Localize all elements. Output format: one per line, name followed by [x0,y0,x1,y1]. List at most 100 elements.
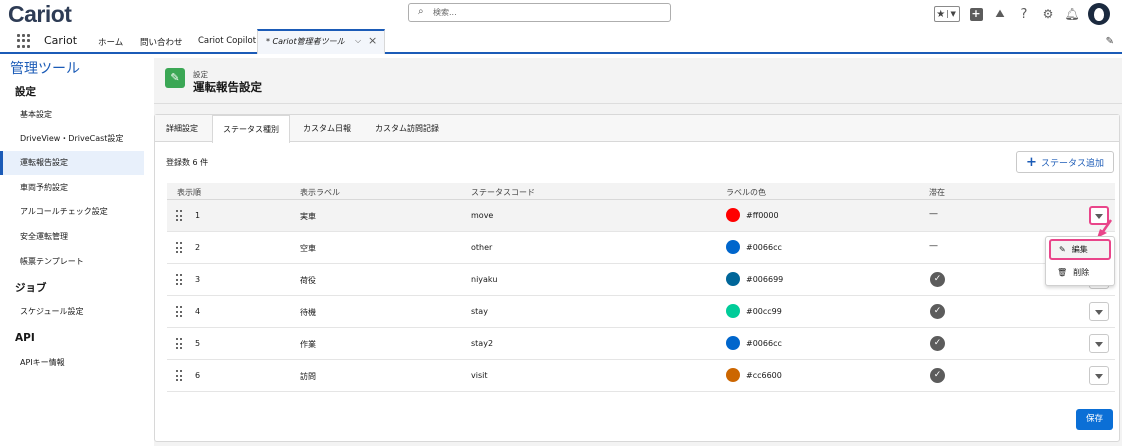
chevron-down-icon[interactable]: ⌵ [355,36,361,46]
star-icon: ★ [936,8,946,20]
menu-item-edit[interactable]: ✎ 編集 [1049,239,1111,260]
cell-status-code: stay [471,307,488,316]
color-swatch [726,208,740,222]
sidebar-item-alcohol-check[interactable]: アルコールチェック設定 [0,200,144,224]
bell-icon[interactable]: 🔔︎ [1064,6,1080,22]
add-status-button[interactable]: + ステータス追加 [1016,151,1114,173]
app-launcher-icon[interactable] [17,34,31,48]
sidebar-item-api-keys[interactable]: APIキー情報 [0,351,144,375]
tab-custom-visit-record[interactable]: カスタム訪問記録 [375,123,439,134]
sidebar-item-driving-report[interactable]: 運転報告設定 [0,151,144,175]
chevron-down-icon: ▼ [946,10,960,18]
header-actions: ★ ▼ + ⛰ ? ⚙ 🔔︎ [934,2,1110,26]
tab-status-types[interactable]: ステータス種別 [212,115,290,143]
cell-label: 荷役 [300,276,316,285]
table-row: 3 荷役 niyaku #006699 ✓ [167,264,1115,296]
cell-status-code: stay2 [471,339,494,348]
navigation-bar: Cariot ホーム 問い合わせ Cariot Copilot * Cariot… [0,29,1122,54]
color-swatch [726,368,740,382]
app-logo[interactable]: Cariot [8,1,72,28]
sidebar-item-driveview[interactable]: DriveView・DriveCast設定 [0,127,144,151]
row-menu-button[interactable] [1089,302,1109,321]
sidebar-item-basic-settings[interactable]: 基本設定 [0,103,144,127]
cell-label: 待機 [300,308,316,317]
page-title: 運転報告設定 [193,80,262,94]
menu-item-delete-label: 削除 [1073,268,1090,277]
nav-item-home[interactable]: ホーム [98,36,123,48]
sidebar-title: 管理ツール [10,61,80,77]
sidebar-heading-api: API [15,332,35,344]
drag-handle-icon[interactable] [176,370,182,382]
sidebar-item-safe-driving[interactable]: 安全運転管理 [0,225,144,249]
drag-handle-icon[interactable] [176,274,182,286]
gear-icon[interactable]: ⚙ [1040,6,1056,22]
main-content: ✎ 設定 運転報告設定 詳細設定 ステータス種別 カスタム日報 カスタム訪問記録… [154,58,1122,446]
color-swatch [726,272,740,286]
save-button[interactable]: 保存 [1076,409,1113,430]
search-icon: ⌕ [418,6,424,17]
pencil-icon: ✎ [1059,245,1066,254]
trailhead-icon[interactable]: ⛰ [992,6,1008,22]
close-icon[interactable]: × [368,34,377,47]
cell-label: 空車 [300,244,316,253]
settings-tabs: 詳細設定 ステータス種別 カスタム日報 カスタム訪問記録 [155,115,1119,143]
tab-admin-tool-label: * Cariot管理者ツール [266,37,345,46]
edit-nav-icon[interactable]: ✎ [1106,36,1114,47]
add-status-label: ステータス追加 [1040,158,1104,169]
search-placeholder: 検索... [433,8,457,17]
cell-stay: — [929,241,938,251]
cell-order: 5 [195,339,201,348]
row-menu-button[interactable] [1089,366,1109,385]
help-icon[interactable]: ? [1016,6,1032,22]
column-status-code: ステータスコード [471,188,535,197]
menu-item-delete[interactable]: 🗑︎ 削除 [1049,262,1111,283]
status-table: 表示順 表示ラベル ステータスコード ラベルの色 滞在 1 実車 move #ff00… [167,183,1115,392]
cell-color-code: #00cc99 [746,307,782,316]
favorites-button[interactable]: ★ ▼ [934,6,960,22]
user-avatar[interactable] [1088,3,1110,25]
check-circle-icon: ✓ [930,336,945,351]
sidebar-heading-jobs: ジョブ [15,282,47,294]
admin-sidebar: 管理ツール 設定 基本設定 DriveView・DriveCast設定 運転報告… [0,56,144,446]
cell-order: 1 [195,211,201,220]
tab-custom-daily-report[interactable]: カスタム日報 [303,123,351,134]
tab-details[interactable]: 詳細設定 [166,123,198,134]
cell-color-code: #cc6600 [746,371,782,380]
cell-label: 作業 [300,340,316,349]
menu-item-edit-label: 編集 [1071,245,1088,254]
report-settings-icon: ✎ [165,68,185,88]
drag-handle-icon[interactable] [176,242,182,254]
table-row: 2 空車 other #0066cc — [167,232,1115,264]
color-swatch [726,336,740,350]
cell-label: 訪問 [300,372,316,381]
trash-icon: 🗑︎ [1057,268,1068,277]
tab-admin-tool[interactable]: * Cariot管理者ツール ⌵ × [257,29,385,54]
sidebar-heading-settings: 設定 [15,86,36,98]
cell-label: 実車 [300,212,316,221]
drag-handle-icon[interactable] [176,338,182,350]
nav-item-copilot[interactable]: Cariot Copilot [198,36,256,46]
nav-item-inquiries[interactable]: 問い合わせ [140,36,183,48]
column-label: 表示ラベル [300,188,340,197]
cell-color-code: #ff0000 [746,211,779,220]
table-row: 6 訪問 visit #cc6600 ✓ [167,360,1115,392]
cell-status-code: move [471,211,494,220]
global-search[interactable]: ⌕ 検索... [408,3,671,22]
drag-handle-icon[interactable] [176,210,182,222]
check-circle-icon: ✓ [930,304,945,319]
check-circle-icon: ✓ [930,368,945,383]
cell-stay: — [929,209,938,219]
sidebar-item-vehicle-reservation[interactable]: 車両予約設定 [0,176,144,200]
row-menu-button[interactable] [1089,334,1109,353]
record-count: 登録数 6 件 [166,158,209,167]
row-actions-menu: ✎ 編集 🗑︎ 削除 [1045,236,1115,286]
global-actions-button[interactable]: + [968,6,984,22]
cell-order: 4 [195,307,201,316]
sidebar-item-report-templates[interactable]: 帳票テンプレート [0,250,144,274]
cell-color-code: #006699 [746,275,784,284]
table-row: 1 実車 move #ff0000 — [167,200,1115,232]
sidebar-item-schedule[interactable]: スケジュール設定 [0,300,144,324]
cell-order: 6 [195,371,201,380]
column-order: 表示順 [177,188,201,197]
drag-handle-icon[interactable] [176,306,182,318]
